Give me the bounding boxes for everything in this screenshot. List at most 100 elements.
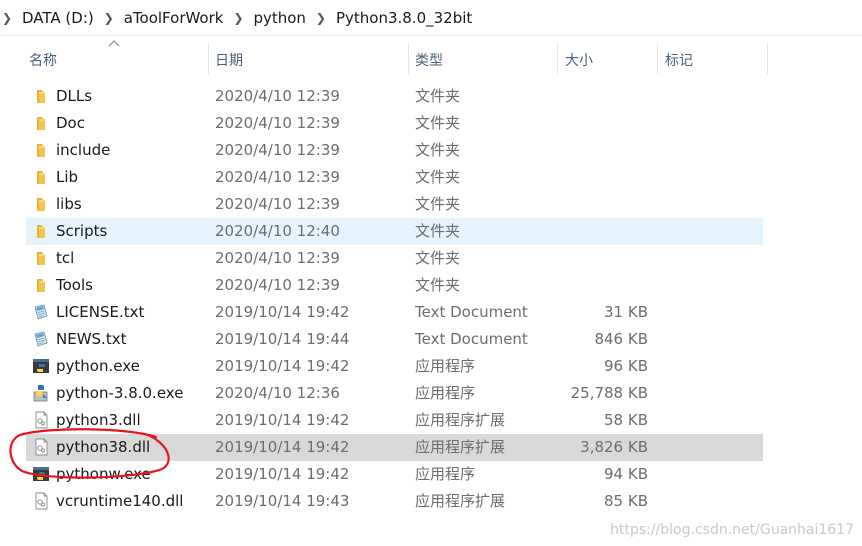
folder-icon bbox=[32, 114, 50, 132]
column-header-tag[interactable]: 标记 bbox=[665, 50, 693, 70]
column-header-name[interactable]: 名称 bbox=[29, 50, 57, 70]
file-size: 25,788 KB bbox=[570, 384, 648, 402]
file-row[interactable]: python38.dll 2019/10/14 19:42 应用程序扩展 3,826 … bbox=[26, 434, 763, 461]
file-date-modified: 2020/4/10 12:39 bbox=[215, 87, 340, 105]
file-name: python38.dll bbox=[56, 438, 151, 456]
file-date-modified: 2020/4/10 12:39 bbox=[215, 249, 340, 267]
column-divider[interactable] bbox=[657, 44, 658, 74]
dll-icon bbox=[32, 492, 50, 510]
file-type: 文件夹 bbox=[415, 195, 461, 213]
folder-icon bbox=[32, 141, 50, 159]
column-header-date[interactable]: 日期 bbox=[215, 50, 243, 70]
breadcrumb-item-current[interactable]: Python3.8.0_32bit bbox=[332, 9, 476, 27]
file-row[interactable]: Lib 2020/4/10 12:39 文件夹 bbox=[26, 164, 763, 191]
watermark-text: https://blog.csdn.net/Guanhai1617 bbox=[610, 522, 854, 538]
python-exe-icon bbox=[32, 357, 50, 375]
file-name: pythonw.exe bbox=[56, 465, 151, 483]
dll-icon bbox=[32, 438, 50, 456]
file-row[interactable]: Tools 2020/4/10 12:39 文件夹 bbox=[26, 272, 763, 299]
folder-icon bbox=[32, 87, 50, 105]
file-name: Tools bbox=[56, 276, 93, 294]
file-size: 85 KB bbox=[604, 492, 648, 510]
file-date-modified: 2019/10/14 19:42 bbox=[215, 303, 350, 321]
file-type: Text Document bbox=[415, 303, 528, 321]
file-type: 应用程序 bbox=[415, 384, 476, 402]
file-name: DLLs bbox=[56, 87, 93, 105]
breadcrumb-item-folder[interactable]: aToolForWork bbox=[120, 9, 228, 27]
folder-icon bbox=[32, 276, 50, 294]
file-name: libs bbox=[56, 195, 82, 213]
file-date-modified: 2019/10/14 19:43 bbox=[215, 492, 350, 510]
folder-icon bbox=[32, 222, 50, 240]
file-name: tcl bbox=[56, 249, 75, 267]
file-date-modified: 2019/10/14 19:44 bbox=[215, 330, 350, 348]
breadcrumb-item-folder[interactable]: python bbox=[249, 9, 309, 27]
chevron-right-icon[interactable]: ❯ bbox=[314, 11, 328, 25]
file-size: 846 KB bbox=[594, 330, 648, 348]
text-document-icon bbox=[32, 303, 50, 321]
file-row[interactable]: LICENSE.txt 2019/10/14 19:42 Text Document… bbox=[26, 299, 763, 326]
file-row[interactable]: Doc 2020/4/10 12:39 文件夹 bbox=[26, 110, 763, 137]
file-type: 文件夹 bbox=[415, 114, 461, 132]
file-row[interactable]: libs 2020/4/10 12:39 文件夹 bbox=[26, 191, 763, 218]
address-bar[interactable]: ❯ DATA (D:) ❯ aToolForWork ❯ python ❯ Py… bbox=[0, 0, 862, 36]
python-exe-icon bbox=[32, 465, 50, 483]
file-name: python3.dll bbox=[56, 411, 141, 429]
file-size: 58 KB bbox=[604, 411, 648, 429]
file-row[interactable]: tcl 2020/4/10 12:39 文件夹 bbox=[26, 245, 763, 272]
file-date-modified: 2020/4/10 12:39 bbox=[215, 141, 340, 159]
installer-exe-icon bbox=[32, 384, 50, 402]
file-size: 96 KB bbox=[604, 357, 648, 375]
chevron-right-icon[interactable]: ❯ bbox=[0, 11, 14, 25]
text-document-icon bbox=[32, 330, 50, 348]
file-type: Text Document bbox=[415, 330, 528, 348]
column-divider[interactable] bbox=[767, 44, 768, 74]
file-name: Lib bbox=[56, 168, 79, 186]
column-header-type[interactable]: 类型 bbox=[415, 50, 443, 70]
file-date-modified: 2020/4/10 12:39 bbox=[215, 276, 340, 294]
file-type: 应用程序扩展 bbox=[415, 492, 506, 510]
file-type: 文件夹 bbox=[415, 249, 461, 267]
file-row[interactable]: include 2020/4/10 12:39 文件夹 bbox=[26, 137, 763, 164]
file-date-modified: 2019/10/14 19:42 bbox=[215, 411, 350, 429]
file-date-modified: 2020/4/10 12:36 bbox=[215, 384, 340, 402]
folder-icon bbox=[32, 168, 50, 186]
file-name: include bbox=[56, 141, 111, 159]
dll-icon bbox=[32, 411, 50, 429]
file-name: vcruntime140.dll bbox=[56, 492, 184, 510]
file-row[interactable]: pythonw.exe 2019/10/14 19:42 应用程序 94 KB bbox=[26, 461, 763, 488]
column-divider[interactable] bbox=[557, 44, 558, 74]
file-row[interactable]: python.exe 2019/10/14 19:42 应用程序 96 KB bbox=[26, 353, 763, 380]
folder-icon bbox=[32, 249, 50, 267]
file-date-modified: 2020/4/10 12:40 bbox=[215, 222, 340, 240]
column-divider[interactable] bbox=[408, 44, 409, 74]
file-date-modified: 2020/4/10 12:39 bbox=[215, 168, 340, 186]
file-name: Doc bbox=[56, 114, 85, 132]
file-date-modified: 2019/10/14 19:42 bbox=[215, 357, 350, 375]
file-size: 94 KB bbox=[604, 465, 648, 483]
breadcrumb-item-drive[interactable]: DATA (D:) bbox=[18, 9, 98, 27]
file-date-modified: 2019/10/14 19:42 bbox=[215, 465, 350, 483]
sort-ascending-icon bbox=[108, 40, 120, 47]
column-header-size[interactable]: 大小 bbox=[565, 50, 593, 70]
column-divider[interactable] bbox=[208, 44, 209, 74]
folder-icon bbox=[32, 195, 50, 213]
file-name: python.exe bbox=[56, 357, 140, 375]
file-row[interactable]: NEWS.txt 2019/10/14 19:44 Text Document 846… bbox=[26, 326, 763, 353]
file-size: 31 KB bbox=[604, 303, 648, 321]
file-row[interactable]: python-3.8.0.exe 2020/4/10 12:36 应用程序 25,78… bbox=[26, 380, 763, 407]
file-date-modified: 2020/4/10 12:39 bbox=[215, 195, 340, 213]
file-size: 3,826 KB bbox=[580, 438, 648, 456]
file-row[interactable]: python3.dll 2019/10/14 19:42 应用程序扩展 58 KB bbox=[26, 407, 763, 434]
file-row[interactable]: Scripts 2020/4/10 12:40 文件夹 bbox=[26, 218, 763, 245]
chevron-right-icon[interactable]: ❯ bbox=[102, 11, 116, 25]
file-name: python-3.8.0.exe bbox=[56, 384, 184, 402]
column-header-bar: 名称 日期 类型 大小 标记 bbox=[0, 36, 862, 80]
file-date-modified: 2019/10/14 19:42 bbox=[215, 438, 350, 456]
chevron-right-icon[interactable]: ❯ bbox=[231, 11, 245, 25]
file-row[interactable]: vcruntime140.dll 2019/10/14 19:43 应用程序扩展 85… bbox=[26, 488, 763, 515]
file-date-modified: 2020/4/10 12:39 bbox=[215, 114, 340, 132]
file-type: 应用程序扩展 bbox=[415, 438, 506, 456]
file-name: LICENSE.txt bbox=[56, 303, 145, 321]
file-row[interactable]: DLLs 2020/4/10 12:39 文件夹 bbox=[26, 83, 763, 110]
